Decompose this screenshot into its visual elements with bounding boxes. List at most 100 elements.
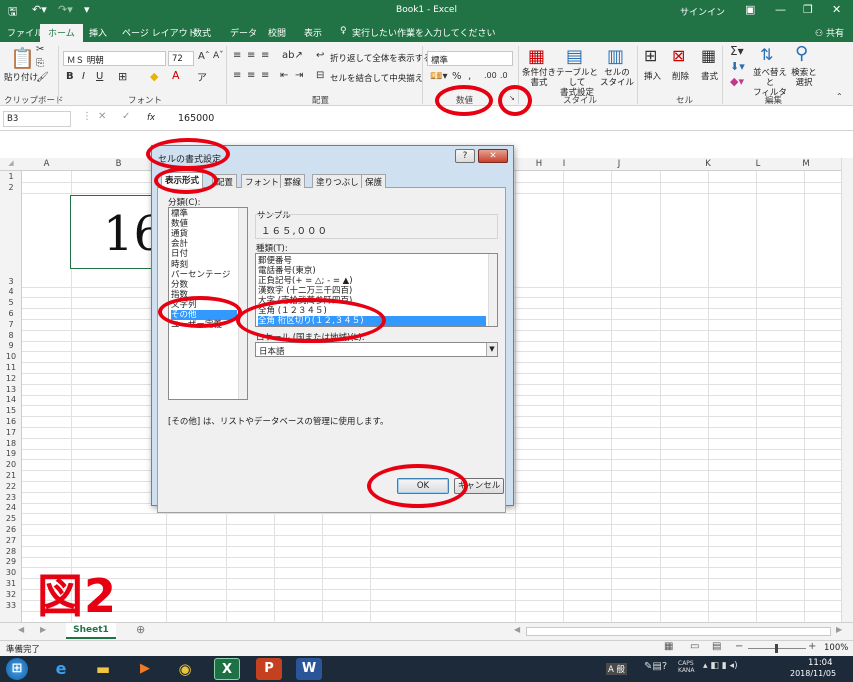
italic-icon[interactable]: I [82,71,85,82]
file-explorer-icon[interactable]: ▬ [90,658,116,680]
delete-cells-button[interactable]: 削除 [672,70,689,82]
scroll-right-icon[interactable]: ▶ [836,625,842,634]
word-icon[interactable]: W [296,658,322,680]
chrome-icon[interactable]: ◉ [172,658,198,680]
type-scrollbar[interactable] [488,254,497,326]
select-all-corner[interactable]: ◢ [0,159,22,167]
currency-icon[interactable]: 💴▾ [430,71,447,82]
row-header[interactable]: 13 [0,385,22,394]
shrink-font-icon[interactable]: Aˇ [213,51,224,61]
tab-formulas[interactable]: 数式 [193,26,211,39]
new-sheet-icon[interactable]: ⊕ [136,623,145,636]
row-header[interactable]: 18 [0,439,22,448]
category-item[interactable]: 数値 [171,219,188,229]
scroll-left-icon[interactable]: ◀ [514,625,520,634]
cell-styles-button[interactable]: セルの スタイル [598,68,636,88]
row-header[interactable]: 16 [0,417,22,426]
row-header[interactable]: 26 [0,525,22,534]
row-header[interactable]: 14 [0,395,22,404]
category-item[interactable]: 分数 [171,280,188,290]
start-icon[interactable]: ⊞ [6,658,28,680]
vertical-scrollbar[interactable] [841,158,853,622]
tab-fill[interactable]: 塗りつぶし [312,174,363,188]
row-header[interactable]: 6 [0,309,22,318]
category-item[interactable]: 通貨 [171,229,188,239]
type-item[interactable]: 漢数字 (十二万三千四百) [258,286,352,296]
formula-input[interactable]: 165000 [178,113,214,124]
tab-review[interactable]: 校閲 [268,26,286,39]
zoom-out-icon[interactable]: − [735,641,743,652]
row-header[interactable]: 12 [0,374,22,383]
minimize-icon[interactable]: — [775,3,786,16]
column-header[interactable]: L [732,159,784,169]
next-sheet-icon[interactable]: ▶ [40,625,46,634]
horizontal-scrollbar[interactable] [526,627,831,636]
row-header[interactable]: 21 [0,471,22,480]
category-item[interactable]: 時刻 [171,260,188,270]
type-item[interactable]: 郵便番号 [258,256,292,266]
decrease-indent-icon[interactable]: ⇤ [280,70,288,81]
align-bottom-icon[interactable]: ≡ [261,50,269,61]
row-header[interactable]: 15 [0,406,22,415]
find-select-button[interactable]: 検索と 選択 [790,68,818,88]
restore-icon[interactable]: ❐ [803,3,813,16]
category-item[interactable]: 会計 [171,239,188,249]
font-name-select[interactable]: ＭＳ 明朝 [63,51,166,66]
column-header[interactable]: A [22,159,71,169]
merge-center-button[interactable]: セルを結合して中央揃え [330,72,423,84]
help-button[interactable]: ? [455,149,475,163]
comma-icon[interactable]: , [468,71,471,82]
row-header[interactable]: 7 [0,320,22,329]
tell-me-box[interactable]: 実行したい作業を入力してください [352,26,495,39]
align-top-icon[interactable]: ≡ [233,50,241,61]
row-header[interactable]: 2 [0,183,22,192]
clear-icon[interactable]: ◆▾ [730,75,744,88]
type-item[interactable]: 電話番号(東京) [258,266,316,276]
increase-indent-icon[interactable]: ⇥ [295,70,303,81]
category-item[interactable]: 標準 [171,209,188,219]
row-header[interactable]: 25 [0,514,22,523]
category-item[interactable]: 日付 [171,249,188,259]
align-left-icon[interactable]: ≡ [233,70,241,81]
prev-sheet-icon[interactable]: ◀ [18,625,24,634]
percent-icon[interactable]: % [452,71,462,82]
wrap-text-button[interactable]: 折り返して全体を表示する [330,52,432,64]
align-center-icon[interactable]: ≡ [247,70,255,81]
underline-icon[interactable]: U [96,71,103,82]
increase-decimal-icon[interactable]: .00 [484,71,497,80]
grow-font-icon[interactable]: Aˆ [198,51,210,62]
tab-insert[interactable]: 挿入 [89,26,107,39]
font-size-select[interactable]: 72 [168,51,194,66]
tab-view[interactable]: 表示 [304,26,322,39]
media-player-icon[interactable]: ▶ [132,658,158,680]
row-header[interactable]: 32 [0,590,22,599]
tab-protection[interactable]: 保護 [361,174,387,188]
row-header[interactable]: 3 [0,277,22,286]
confirm-entry-icon[interactable]: ✓ [122,111,130,122]
row-header[interactable]: 5 [0,298,22,307]
category-item[interactable]: パーセンテージ [171,270,230,280]
row-header[interactable]: 8 [0,331,22,340]
fill-color-icon[interactable]: ◆ [150,70,158,83]
row-header[interactable]: 23 [0,493,22,502]
row-header[interactable]: 28 [0,547,22,556]
page-layout-view-icon[interactable]: ▭ [690,641,699,652]
sheet-tab-sheet1[interactable]: Sheet1 [66,623,116,639]
normal-view-icon[interactable]: ▦ [664,641,673,652]
row-header[interactable]: 1 [0,172,22,181]
insert-function-icon[interactable]: fx [147,113,155,123]
format-painter-icon[interactable]: 🖌 [36,72,49,83]
tab-border[interactable]: 罫線 [280,174,306,188]
ime-tools-icon[interactable]: ✎▤? [644,661,667,672]
row-header[interactable]: 24 [0,503,22,512]
phonetic-icon[interactable]: ア [197,69,207,84]
cancel-entry-icon[interactable]: ✕ [98,111,106,122]
paste-button[interactable]: 貼り付け [4,71,38,83]
row-header[interactable]: 31 [0,579,22,588]
column-header[interactable]: K [682,159,734,169]
column-header[interactable]: I [540,159,588,169]
number-format-select[interactable]: 標準 [427,51,513,66]
ime-indicator[interactable]: A 般 [606,663,628,675]
decrease-decimal-icon[interactable]: .0 [500,71,508,80]
clock-date[interactable]: 2018/11/05 [790,669,836,678]
